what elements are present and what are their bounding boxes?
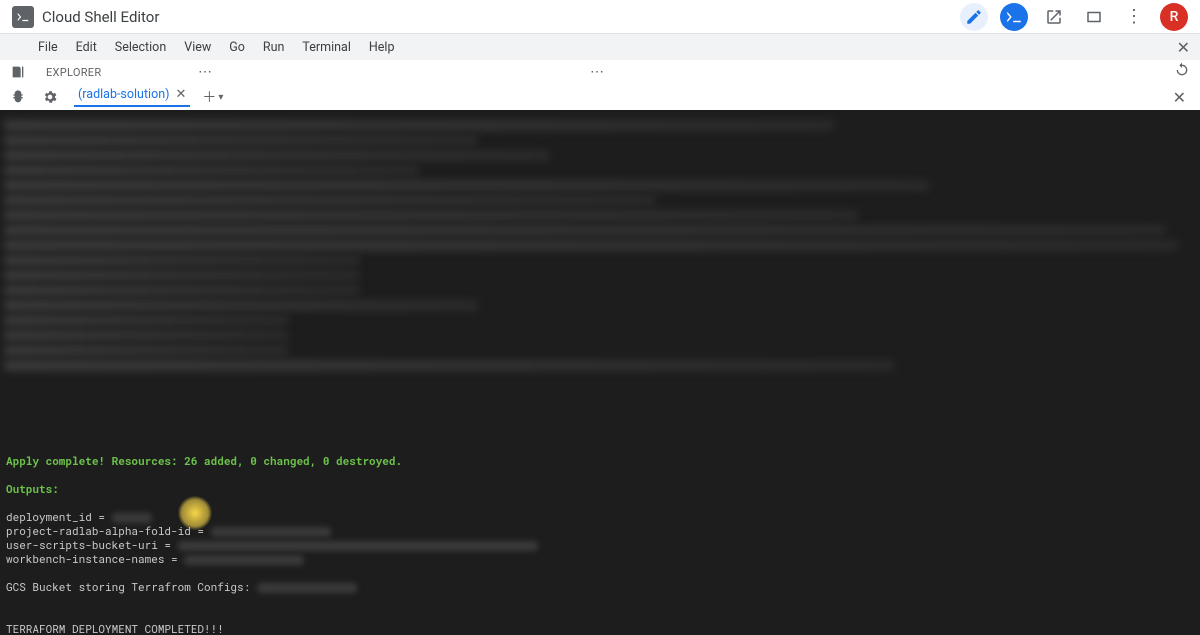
terminal-toggle-button[interactable]	[1000, 3, 1028, 31]
explorer-bar: EXPLORER ⋯ ⋯	[0, 60, 1200, 84]
menu-go[interactable]: Go	[229, 40, 245, 55]
new-tab-button[interactable]: ＋ ▾	[202, 87, 223, 107]
user-avatar[interactable]: R	[1160, 3, 1188, 31]
outputs-heading: Outputs:	[6, 481, 59, 496]
logo: Cloud Shell Editor	[12, 6, 159, 28]
layout-toggle-button[interactable]	[1080, 3, 1108, 31]
menu-terminal[interactable]: Terminal	[302, 40, 350, 55]
cloud-shell-logo-icon	[12, 6, 34, 28]
reconnect-icon[interactable]	[1174, 62, 1190, 82]
apply-complete-line: Apply complete! Resources: 26 added, 0 c…	[6, 453, 402, 468]
output-deployment-id: deployment_id =	[6, 509, 112, 524]
tab-radlab-solution[interactable]: (radlab-solution) ✕	[74, 87, 190, 107]
menu-selection[interactable]: Selection	[115, 40, 166, 55]
menu-view[interactable]: View	[184, 40, 211, 55]
menu-help[interactable]: Help	[369, 40, 395, 55]
close-tab-icon[interactable]: ✕	[175, 87, 186, 102]
close-terminal-panel-button[interactable]: ✕	[1173, 88, 1186, 107]
chevron-down-icon: ▾	[218, 92, 223, 103]
tab-label: (radlab-solution)	[78, 87, 169, 102]
panel-drag-handle-icon[interactable]: ⋯	[590, 64, 604, 80]
menu-run[interactable]: Run	[263, 40, 285, 55]
debug-icon[interactable]	[0, 89, 36, 105]
explorer-label: EXPLORER	[36, 66, 101, 79]
terminal-tabs: (radlab-solution) ✕ ＋ ▾ ✕	[0, 84, 1200, 110]
terminal-text: Apply complete! Resources: 26 added, 0 c…	[6, 440, 1194, 635]
menu-edit[interactable]: Edit	[76, 40, 97, 55]
output-project-id: project-radlab-alpha-fold-id =	[6, 523, 211, 538]
explorer-more-icon[interactable]: ⋯	[198, 64, 212, 80]
settings-gear-icon[interactable]	[36, 89, 64, 105]
deployment-completed-line: TERRAFORM DEPLOYMENT COMPLETED!!!	[6, 621, 224, 635]
terminal-output[interactable]: Apply complete! Resources: 26 added, 0 c…	[0, 110, 1200, 635]
open-in-new-window-button[interactable]	[1040, 3, 1068, 31]
menubar: File Edit Selection View Go Run Terminal…	[0, 34, 1200, 60]
output-workbench-names: workbench-instance-names =	[6, 551, 184, 566]
edit-pencil-button[interactable]	[960, 3, 988, 31]
more-options-button[interactable]: ⋮	[1120, 3, 1148, 31]
files-icon[interactable]	[0, 64, 36, 80]
header-bar: Cloud Shell Editor ⋮ R	[0, 0, 1200, 34]
redacted-output	[4, 116, 1190, 436]
output-bucket-uri: user-scripts-bucket-uri =	[6, 537, 178, 552]
close-panel-button[interactable]: ✕	[1177, 38, 1190, 57]
gcs-bucket-line: GCS Bucket storing Terrafrom Configs:	[6, 579, 257, 594]
app-title: Cloud Shell Editor	[42, 8, 159, 26]
menu-file[interactable]: File	[38, 40, 58, 55]
